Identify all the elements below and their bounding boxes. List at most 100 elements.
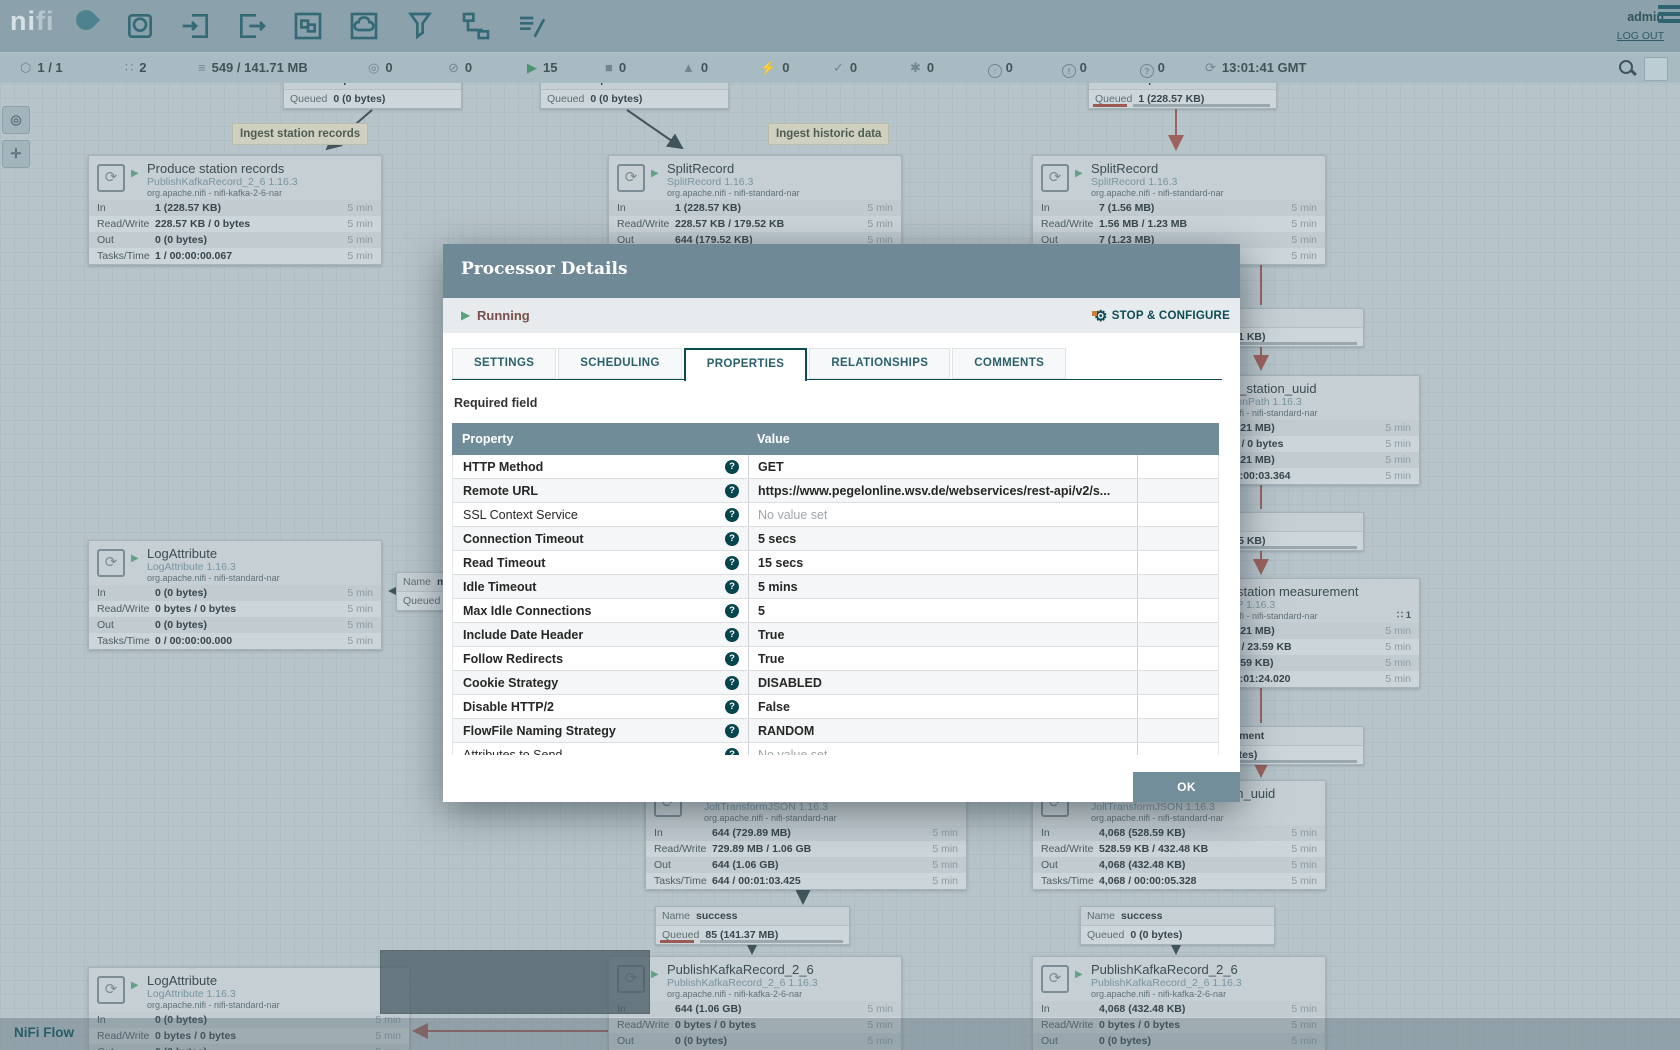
- processor-icon[interactable]: [124, 10, 156, 42]
- processor-bundle: org.apache.nifi - nifi-standard-nar: [147, 573, 280, 583]
- processor-produce-station-records[interactable]: ⟳ ▶ Produce station records PublishKafka…: [88, 155, 382, 265]
- processor-stat-row: Read/Write228.57 KB / 179.52 KB5 min: [609, 216, 901, 232]
- property-row[interactable]: HTTP Method ? GET: [453, 455, 1218, 479]
- property-row[interactable]: Follow Redirects ? True: [453, 647, 1218, 671]
- property-value[interactable]: 5: [758, 604, 765, 618]
- tab-properties[interactable]: PROPERTIES: [684, 348, 808, 381]
- help-icon[interactable]: ?: [725, 652, 739, 666]
- queue-bar: [700, 940, 843, 943]
- help-icon[interactable]: ?: [725, 700, 739, 714]
- property-row[interactable]: Idle Timeout ? 5 mins: [453, 575, 1218, 599]
- status-refresh[interactable]: ⟳13:01:41 GMT: [1205, 53, 1306, 83]
- breadcrumb[interactable]: NiFi Flow: [14, 1025, 74, 1040]
- property-row[interactable]: Connection Timeout ? 5 secs: [453, 527, 1218, 551]
- property-value[interactable]: 15 secs: [758, 556, 803, 570]
- dark-flow-label[interactable]: [380, 950, 650, 1014]
- help-icon[interactable]: ?: [725, 580, 739, 594]
- remote-process-group-icon[interactable]: [348, 10, 380, 42]
- help-icon[interactable]: ?: [725, 604, 739, 618]
- connection-label-success[interactable]: Namesuccess Queued85 (141.37 MB): [655, 906, 850, 945]
- navigate-palette-button[interactable]: ◎: [2, 106, 30, 134]
- processor-name: LogAttribute: [147, 546, 217, 561]
- property-row[interactable]: Disable HTTP/2 ? False: [453, 695, 1218, 719]
- processor-bundle: org.apache.nifi - nifi-kafka-2-6-nar: [667, 989, 802, 999]
- funnel-icon[interactable]: [404, 10, 436, 42]
- property-value[interactable]: True: [758, 628, 784, 642]
- help-icon[interactable]: ?: [725, 460, 739, 474]
- status-queued: ≡549 / 141.71 MB: [198, 53, 308, 83]
- processor-type: LogAttribute 1.16.3: [147, 561, 236, 573]
- tab-relationships[interactable]: RELATIONSHIPS: [809, 348, 950, 379]
- property-value[interactable]: False: [758, 700, 790, 714]
- property-row[interactable]: Cookie Strategy ? DISABLED: [453, 671, 1218, 695]
- property-value[interactable]: https://www.pegelonline.wsv.de/webservic…: [758, 484, 1110, 498]
- status-locally-modified-stale: ! 0: [1062, 53, 1087, 83]
- property-row[interactable]: FlowFile Naming Strategy ? RANDOM: [453, 719, 1218, 743]
- processor-stat-row: Read/Write528.59 KB / 432.48 KB5 min: [1033, 841, 1325, 857]
- help-icon[interactable]: ?: [725, 532, 739, 546]
- flow-label[interactable]: Ingest station records: [232, 123, 368, 145]
- processor-logattribute[interactable]: ⟳ ▶ LogAttribute LogAttribute 1.16.3 org…: [88, 540, 382, 650]
- processor-name: PublishKafkaRecord_2_6: [667, 962, 814, 977]
- operate-palette-button[interactable]: ✛: [2, 140, 30, 168]
- status-stopped: ■0: [605, 53, 626, 83]
- processor-name: PublishKafkaRecord_2_6: [1091, 962, 1238, 977]
- property-name: Remote URL: [463, 484, 725, 498]
- property-value[interactable]: No value set: [758, 748, 827, 756]
- output-port-icon[interactable]: [236, 10, 268, 42]
- nifi-logo: nifi: [10, 6, 55, 37]
- property-row[interactable]: Remote URL ? https://www.pegelonline.wsv…: [453, 479, 1218, 503]
- property-value[interactable]: RANDOM: [758, 724, 814, 738]
- flow-label[interactable]: Ingest historic data: [768, 123, 889, 145]
- stop-and-configure-button[interactable]: ⚙STOP & CONFIGURE: [1094, 307, 1230, 325]
- search-button[interactable]: [1618, 59, 1636, 77]
- global-menu-button[interactable]: [1658, 2, 1680, 26]
- help-icon[interactable]: ?: [725, 676, 739, 690]
- property-value[interactable]: GET: [758, 460, 784, 474]
- tab-settings[interactable]: SETTINGS: [452, 348, 556, 379]
- property-row[interactable]: Read Timeout ? 15 secs: [453, 551, 1218, 575]
- property-name: Connection Timeout: [463, 532, 725, 546]
- property-row[interactable]: Attributes to Send ? No value set: [453, 743, 1218, 755]
- processor-stat-row: Read/Write228.57 KB / 0 bytes5 min: [89, 216, 381, 232]
- input-port-icon[interactable]: [180, 10, 212, 42]
- property-value[interactable]: 5 mins: [758, 580, 798, 594]
- help-icon[interactable]: ?: [725, 556, 739, 570]
- processor-bundle: org.apache.nifi - nifi-kafka-2-6-nar: [147, 188, 282, 198]
- template-icon[interactable]: [460, 10, 492, 42]
- processor-type: LogAttribute 1.16.3: [147, 988, 236, 1000]
- process-group-icon[interactable]: [292, 10, 324, 42]
- property-row[interactable]: Max Idle Connections ? 5: [453, 599, 1218, 623]
- connection-name-row: Namesuccess: [1081, 907, 1274, 925]
- processor-header: ⟳ ▶ SplitRecord SplitRecord 1.16.3 org.a…: [609, 156, 901, 200]
- help-icon[interactable]: ?: [725, 724, 739, 738]
- processor-stat-row: Out0 (0 bytes)5 min: [89, 617, 381, 633]
- property-value[interactable]: True: [758, 652, 784, 666]
- processor-stat-row: In4,068 (528.59 KB)5 min: [1033, 825, 1325, 841]
- property-value[interactable]: 5 secs: [758, 532, 796, 546]
- dialog-tabs: SETTINGSSCHEDULINGPROPERTIESRELATIONSHIP…: [452, 348, 1222, 381]
- property-row[interactable]: SSL Context Service ? No value set: [453, 503, 1218, 527]
- property-value[interactable]: DISABLED: [758, 676, 822, 690]
- property-row[interactable]: Include Date Header ? True: [453, 623, 1218, 647]
- connection-queued-row: Queued0 (0 bytes): [1081, 925, 1274, 944]
- logout-link[interactable]: LOG OUT: [1617, 30, 1664, 42]
- property-value[interactable]: No value set: [758, 508, 827, 522]
- ok-button[interactable]: OK: [1133, 772, 1240, 802]
- tab-comments[interactable]: COMMENTS: [952, 348, 1066, 379]
- help-icon[interactable]: ?: [725, 748, 739, 756]
- help-icon[interactable]: ?: [725, 508, 739, 522]
- label-icon[interactable]: [516, 10, 548, 42]
- processor-header: ⟳ ▶ PublishKafkaRecord_2_6 PublishKafkaR…: [609, 957, 901, 1001]
- property-name: Idle Timeout: [463, 580, 725, 594]
- help-icon[interactable]: ?: [725, 484, 739, 498]
- run-status-icon: ▶: [131, 980, 139, 991]
- help-icon[interactable]: ?: [725, 628, 739, 642]
- connection-label-success[interactable]: Namesuccess Queued0 (0 bytes): [1080, 906, 1275, 945]
- status-stale: ↑ 0: [988, 53, 1013, 83]
- backpressure-bar: [1093, 104, 1127, 107]
- bulletin-button[interactable]: [1644, 57, 1668, 81]
- properties-table: Property Value HTTP Method ? GET Remote …: [452, 423, 1219, 755]
- tab-scheduling[interactable]: SCHEDULING: [558, 348, 681, 379]
- processor-name: Produce station records: [147, 161, 284, 176]
